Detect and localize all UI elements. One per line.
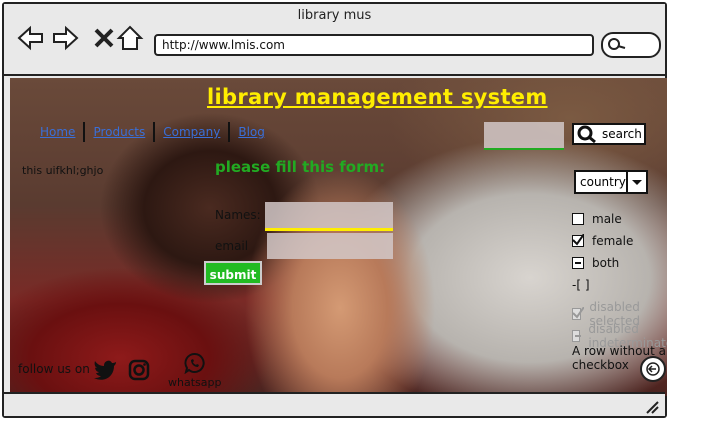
back-circle-button[interactable]	[640, 356, 666, 382]
page-heading: library management system	[207, 85, 548, 109]
country-select[interactable]: country	[574, 170, 648, 194]
search-button-label: search	[602, 127, 642, 141]
checkbox-disabled-indeterminate-icon	[572, 330, 581, 342]
form-title: please fill this form:	[215, 158, 386, 176]
search-button[interactable]: search	[572, 123, 646, 145]
address-bar[interactable]: http://www.lmis.com	[154, 34, 594, 56]
close-icon[interactable]	[90, 24, 118, 52]
search-icon	[577, 125, 596, 143]
nav-link-home[interactable]: Home	[32, 122, 86, 142]
whatsapp-label: whatsapp	[168, 376, 222, 389]
browser-window: library mus http://www.lmis.com library …	[2, 2, 667, 418]
chevron-down-icon	[626, 172, 646, 192]
checkbox-label: male	[592, 212, 622, 226]
page-content: library management system Home Products …	[10, 78, 667, 396]
names-label: Names:	[215, 208, 261, 222]
email-label: email	[215, 239, 249, 253]
arrow-left-icon	[646, 362, 660, 376]
browser-search-field[interactable]	[601, 32, 661, 58]
checkbox-indeterminate-icon	[572, 257, 584, 269]
nav-link-company[interactable]: Company	[155, 122, 231, 142]
checkbox-both[interactable]: both	[572, 256, 619, 270]
status-bar	[4, 392, 665, 416]
forward-arrow-icon[interactable]	[52, 24, 80, 52]
title-bar: library mus http://www.lmis.com	[4, 4, 665, 76]
checkbox-unchecked-icon	[572, 213, 584, 225]
back-arrow-icon[interactable]	[16, 24, 44, 52]
checkbox-label: female	[592, 234, 634, 248]
checkbox-row-bracket: -[ ]	[572, 278, 590, 292]
side-text: this uifkhl;ghjo	[22, 164, 104, 177]
submit-button[interactable]: submit	[204, 261, 262, 285]
checkbox-male[interactable]: male	[572, 212, 622, 226]
country-select-value: country	[580, 175, 626, 189]
checkbox-label: both	[592, 256, 620, 270]
home-icon[interactable]	[116, 24, 144, 52]
checkbox-label: -[ ]	[572, 278, 590, 292]
follow-label: follow us on	[18, 362, 90, 376]
nav-links: Home Products Company Blog	[32, 122, 273, 142]
nav-link-products[interactable]: Products	[85, 122, 156, 142]
instagram-icon[interactable]	[128, 359, 150, 381]
whatsapp-icon[interactable]	[184, 352, 206, 374]
search-input[interactable]	[484, 122, 564, 150]
checkbox-disabled-checked-icon	[572, 307, 584, 320]
checkbox-female[interactable]: female	[572, 234, 633, 248]
window-title: library mus	[297, 8, 372, 23]
search-icon	[608, 38, 626, 50]
nav-link-blog[interactable]: Blog	[230, 122, 273, 142]
email-input[interactable]	[267, 233, 393, 259]
checkbox-checked-icon	[572, 234, 584, 247]
resize-grip-icon[interactable]	[643, 398, 659, 414]
twitter-icon[interactable]	[93, 360, 117, 380]
names-input[interactable]	[265, 202, 393, 231]
